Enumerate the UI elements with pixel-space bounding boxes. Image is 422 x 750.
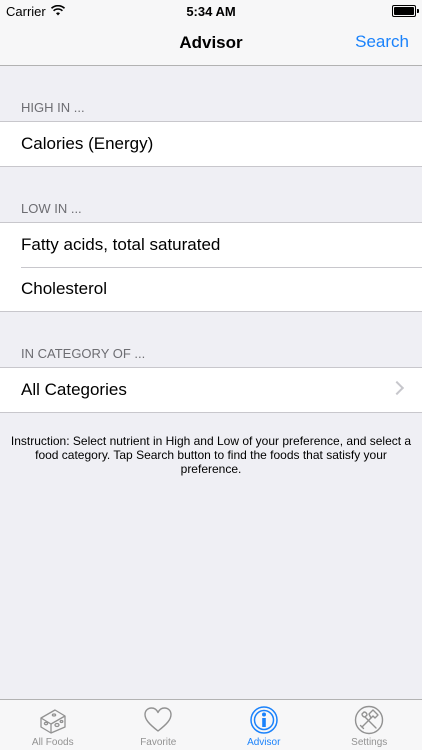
tab-settings[interactable]: Settings [317,700,422,750]
chevron-right-icon [389,380,405,396]
category-label: All Categories [21,380,127,399]
high-in-group: Calories (Energy) [0,121,422,167]
advisor-icon [249,705,279,735]
high-nutrient-cell[interactable]: Calories (Energy) [0,122,422,166]
instruction-text: Instruction: Select nutrient in High and… [10,434,412,476]
tab-bar: All Foods Favorite Advisor Settings [0,699,422,750]
low-nutrient-label: Cholesterol [21,279,107,298]
category-group: All Categories [0,367,422,413]
tab-label: All Foods [31,737,74,748]
low-nutrient-label: Fatty acids, total saturated [21,235,221,254]
section-header-category: IN CATEGORY OF ... [21,346,146,361]
section-header-high: HIGH IN ... [21,100,85,115]
low-in-group: Fatty acids, total saturated Cholesterol [0,222,422,312]
status-time: 5:34 AM [186,4,236,19]
tab-label: Favorite [140,737,177,748]
tab-favorite[interactable]: Favorite [106,700,212,750]
search-button[interactable]: Search [355,32,409,52]
navigation-bar: Advisor Search [0,22,422,66]
heart-icon [143,705,173,735]
low-nutrient-cell-saturated-fat[interactable]: Fatty acids, total saturated [0,223,422,267]
low-nutrient-cell-cholesterol[interactable]: Cholesterol [0,267,422,311]
tab-advisor[interactable]: Advisor [211,700,317,750]
section-header-low: LOW IN ... [21,201,82,216]
high-nutrient-label: Calories (Energy) [21,134,154,153]
status-bar: Carrier 5:34 AM [0,0,422,22]
tab-label: Advisor [247,737,281,748]
battery-icon [392,5,419,17]
tools-icon [354,705,384,735]
tab-all-foods[interactable]: All Foods [0,700,106,750]
advisor-form: HIGH IN ... Calories (Energy) LOW IN ...… [0,66,422,476]
category-cell[interactable]: All Categories [0,368,422,412]
cheese-icon [38,705,68,735]
tab-label: Settings [351,737,388,748]
